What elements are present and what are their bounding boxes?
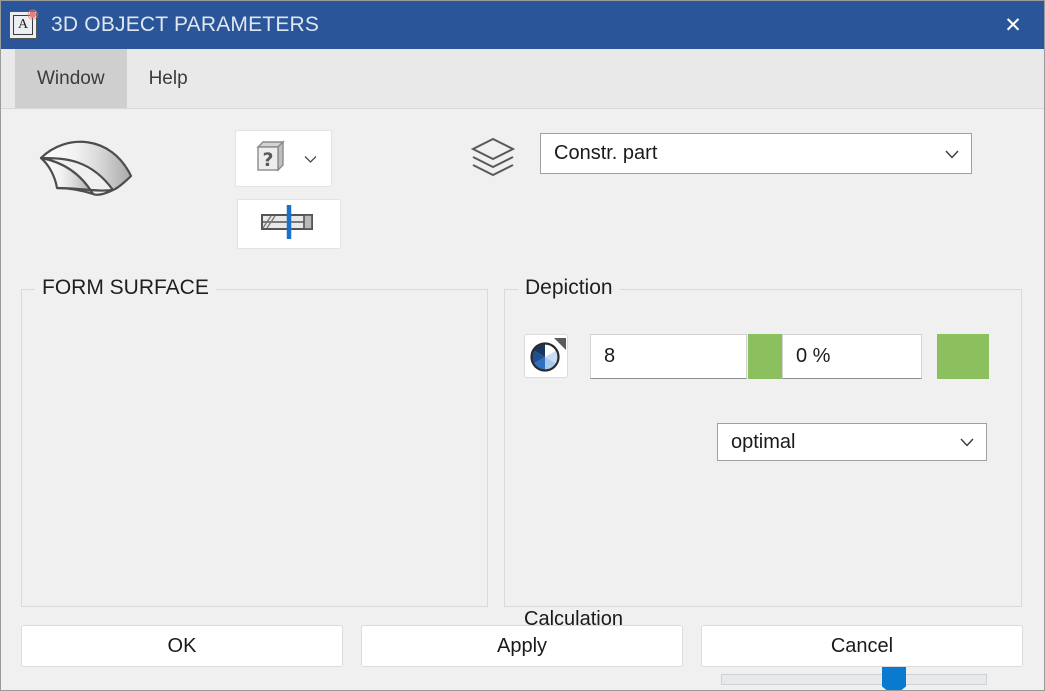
question-box-icon: ? — [250, 137, 288, 180]
segments-input[interactable]: 8 — [590, 334, 747, 379]
percent-input[interactable]: 0 % — [782, 334, 922, 379]
color-swatch-2[interactable] — [937, 334, 989, 379]
form-surface-legend: FORM SURFACE — [35, 276, 216, 300]
dialog-button-row: OK Apply Cancel — [1, 610, 1044, 690]
menu-item-window[interactable]: Window — [15, 49, 127, 108]
object-type-button[interactable]: ? — [235, 130, 332, 187]
construction-part-select[interactable]: Constr. part — [540, 133, 972, 174]
apply-button[interactable]: Apply — [361, 625, 683, 667]
title-bar: A ◉ 3D OBJECT PARAMETERS ✕ — [1, 1, 1044, 49]
app-icon-red-mark: ◉ — [27, 7, 39, 22]
ok-button[interactable]: OK — [21, 625, 343, 667]
calculation-value: optimal — [731, 430, 796, 453]
curved-surface-preview-icon — [35, 132, 155, 212]
close-button[interactable]: ✕ — [980, 1, 1044, 49]
section-cut-button[interactable] — [237, 199, 341, 249]
chevron-down-icon[interactable] — [304, 152, 317, 165]
chevron-down-icon[interactable] — [933, 146, 971, 162]
depiction-legend: Depiction — [518, 276, 620, 300]
form-surface-group: FORM SURFACE — [21, 276, 488, 607]
calculation-select[interactable]: optimal — [717, 423, 987, 461]
dialog-content: ? Constr. part FORM SURFACE Depiction 8 … — [1, 110, 1044, 690]
chevron-down-icon[interactable] — [948, 434, 986, 450]
application-a-icon: A ◉ — [9, 7, 39, 39]
layers-stack-icon — [469, 134, 517, 182]
section-cut-icon — [256, 203, 322, 246]
svg-text:?: ? — [262, 149, 273, 171]
construction-part-value: Constr. part — [554, 142, 658, 164]
color-wheel-button[interactable] — [524, 334, 568, 378]
cancel-button[interactable]: Cancel — [701, 625, 1023, 667]
menu-bar: Window Help — [1, 49, 1044, 109]
dialog-window: A ◉ 3D OBJECT PARAMETERS ✕ Window Help ?… — [0, 0, 1045, 691]
menu-item-help[interactable]: Help — [127, 49, 210, 108]
window-title: 3D OBJECT PARAMETERS — [51, 13, 320, 36]
